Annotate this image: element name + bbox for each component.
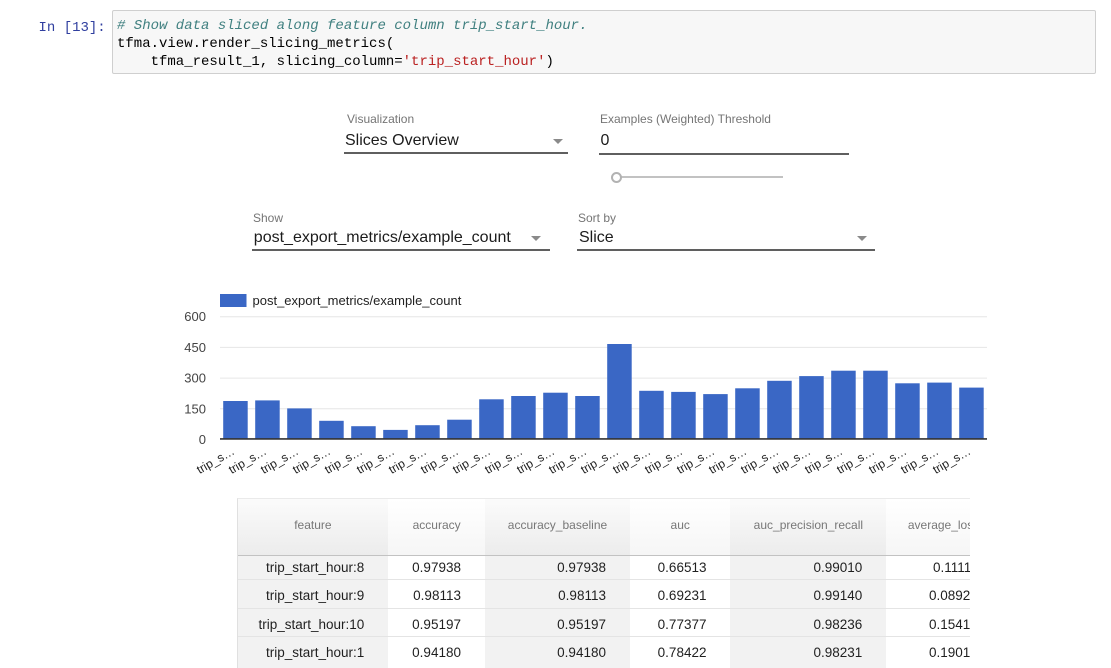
svg-text:150: 150	[184, 401, 206, 416]
svg-text:450: 450	[184, 340, 206, 355]
svg-text:300: 300	[184, 371, 206, 386]
svg-text:0: 0	[199, 432, 206, 447]
svg-text:600: 600	[184, 309, 206, 324]
svg-text:post_export_metrics/example_co: post_export_metrics/example_count	[253, 293, 462, 308]
